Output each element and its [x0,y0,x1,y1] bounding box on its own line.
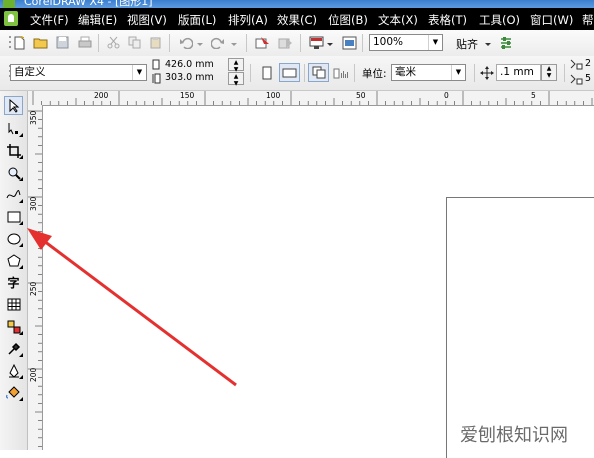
watermark-text: 爱刨根知识网 [460,425,568,446]
annotation-arrow [27,228,237,387]
